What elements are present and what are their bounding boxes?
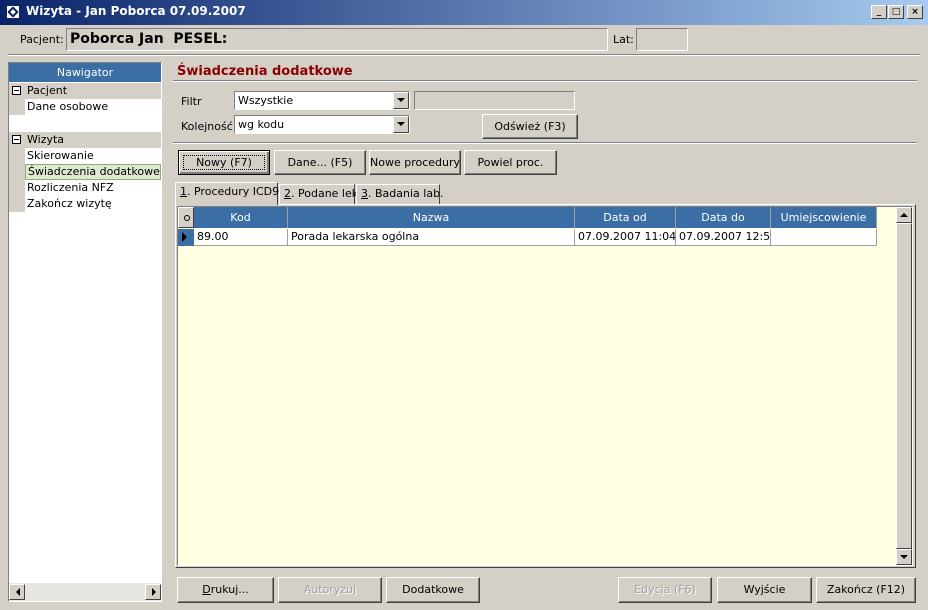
additional-button[interactable]: Dodatkowe <box>386 577 480 603</box>
table-cell-data-do[interactable]: 07.09.2007 12:59 <box>676 229 777 246</box>
page-title: Świadczenia dodatkowe <box>177 64 353 79</box>
authorize-button[interactable]: Autoryzuj <box>278 577 382 603</box>
scroll-right-icon[interactable] <box>145 584 161 600</box>
order-select[interactable]: wg kodu <box>234 115 410 134</box>
finish-button[interactable]: Zakończ (F12) <box>816 577 916 603</box>
filter-extra-field <box>414 91 575 110</box>
nav-group-label: Wizyta <box>27 133 65 146</box>
order-value: wg kodu <box>238 118 285 131</box>
patient-label: Pacjent: <box>20 33 64 46</box>
procedures-grid[interactable]: Kod Nazwa Data od Data do Umiejscowienie… <box>177 206 913 566</box>
nav-group-label: Pacjent <box>27 84 68 97</box>
data-button[interactable]: Dane... (F5) <box>274 150 366 175</box>
new-procedures-button[interactable]: Nowe procedury <box>369 150 461 175</box>
nav-group-wizyta[interactable]: Wizyta <box>9 132 161 148</box>
close-button[interactable]: × <box>907 5 923 19</box>
column-header-nazwa[interactable]: Nazwa <box>288 207 575 228</box>
grid-corner-icon <box>178 207 194 228</box>
filter-select[interactable]: Wszystkie <box>234 91 410 110</box>
refresh-button[interactable]: Odśwież (F3) <box>482 114 578 139</box>
edit-button[interactable]: Edycja (F6) <box>618 577 712 603</box>
nav-group-pacjent[interactable]: Pacjent <box>9 83 161 99</box>
filter-divider <box>173 142 917 144</box>
filter-value: Wszystkie <box>238 94 294 107</box>
table-cell-umiejscowienie[interactable] <box>771 229 877 246</box>
print-hotkey: D <box>202 583 211 596</box>
column-header-data-od[interactable]: Data od <box>575 207 676 228</box>
grid-vertical-scrollbar[interactable] <box>896 207 912 565</box>
minimize-button[interactable]: _ <box>871 5 887 19</box>
tab-badania-lab[interactable]: 3. Badania lab. <box>356 184 444 204</box>
chevron-down-icon[interactable] <box>393 92 409 109</box>
chevron-down-icon[interactable] <box>393 116 409 133</box>
table-cell-nazwa[interactable]: Porada lekarska ogólna <box>288 229 575 246</box>
filter-label: Filtr <box>181 95 202 108</box>
collapse-icon[interactable] <box>12 135 21 144</box>
row-indicator-icon <box>178 229 194 246</box>
header-divider <box>8 54 920 56</box>
nav-item-swiadczenia-dodatkowe[interactable]: Świadczenia dodatkowe <box>25 164 161 180</box>
nav-item-dane-osobowe[interactable]: Dane osobowe <box>25 99 161 115</box>
new-button[interactable]: Nowy (F7) <box>178 150 270 175</box>
patient-field: Poborca Jan PESEL: <box>66 28 608 51</box>
collapse-icon[interactable] <box>12 86 21 95</box>
print-button[interactable]: Drukuj... <box>177 577 274 603</box>
tab-procedury-icd9[interactable]: 1. Procedury ICD9 <box>175 182 279 205</box>
navigator-horizontal-scrollbar[interactable] <box>9 583 161 601</box>
title-divider <box>173 80 917 82</box>
scroll-thumb[interactable] <box>896 223 912 549</box>
navigator-panel: Nawigator Pacjent Dane osobowe Wizyta Sk… <box>8 62 162 602</box>
window-title: Wizyta - Jan Poborca 07.09.2007 <box>26 4 246 18</box>
maximize-button[interactable]: □ <box>888 5 904 19</box>
title-bar[interactable]: Wizyta - Jan Poborca 07.09.2007 _ □ × <box>0 0 928 25</box>
repeat-procedure-button[interactable]: Powiel proc. <box>464 150 557 175</box>
nav-item-skierowanie[interactable]: Skierowanie <box>25 148 161 164</box>
nav-item-rozliczenia-nfz[interactable]: Rozliczenia NFZ <box>25 180 161 196</box>
nav-item-zakoncz-wizyte[interactable]: Zakończ wizytę <box>25 196 161 212</box>
column-header-kod[interactable]: Kod <box>194 207 288 228</box>
column-header-data-do[interactable]: Data do <box>676 207 771 228</box>
table-cell-data-od[interactable]: 07.09.2007 11:04 <box>575 229 676 246</box>
lat-field <box>636 28 688 51</box>
column-header-umiejscowienie[interactable]: Umiejscowienie <box>771 207 877 228</box>
exit-button[interactable]: Wyjście <box>717 577 812 603</box>
navigator-title: Nawigator <box>9 63 161 82</box>
tab-podane-leki[interactable]: 2. Podane leki <box>279 184 361 204</box>
table-cell-kod[interactable]: 89.00 <box>194 229 288 246</box>
app-icon[interactable] <box>6 5 20 19</box>
order-label: Kolejność <box>181 120 233 133</box>
scroll-left-icon[interactable] <box>9 584 25 600</box>
print-label: rukuj... <box>210 583 249 596</box>
lat-label: Lat: <box>613 33 634 46</box>
scroll-up-icon[interactable] <box>896 207 912 223</box>
scroll-down-icon[interactable] <box>896 549 912 565</box>
